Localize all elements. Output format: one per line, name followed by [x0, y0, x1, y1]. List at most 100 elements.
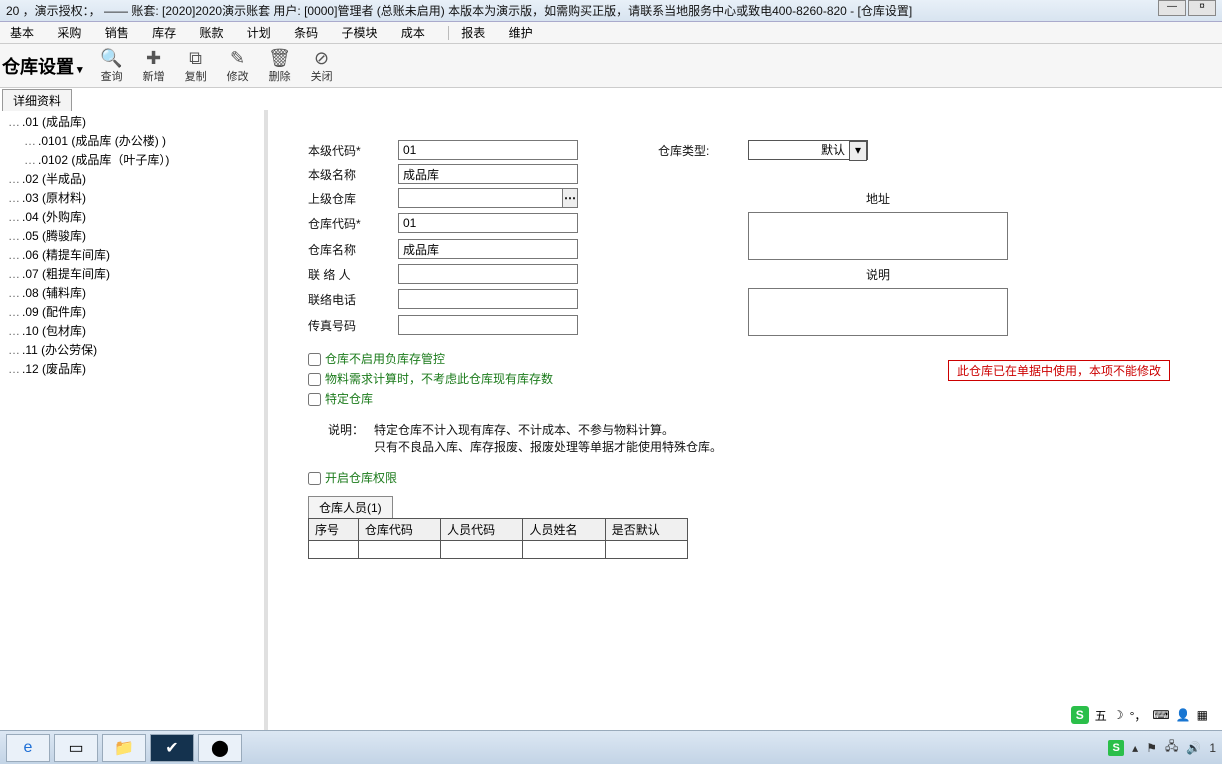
- input-level-name[interactable]: [398, 164, 578, 184]
- toolbar-edit[interactable]: ✎修改: [217, 48, 259, 84]
- textarea-address[interactable]: [748, 212, 1008, 260]
- tray-net-icon: 🖧: [1165, 737, 1178, 758]
- menu-bar: 基本 采购 销售 库存 账款 计划 条码 子模块 成本 报表 维护: [0, 22, 1222, 44]
- system-tray[interactable]: S ▴ ⚑ 🖧 🔊 1: [1108, 737, 1216, 758]
- tree-node[interactable]: .04 (外购库): [2, 207, 264, 226]
- sogou-icon: S: [1071, 706, 1089, 724]
- taskbar-app2[interactable]: ▭: [54, 734, 98, 762]
- tree-node[interactable]: .11 (办公劳保): [2, 340, 264, 359]
- menu-sales[interactable]: 销售: [105, 26, 129, 40]
- chevron-down-icon: ▾: [849, 141, 867, 161]
- menu-basic[interactable]: 基本: [10, 26, 34, 40]
- tree-node[interactable]: .10 (包材库): [2, 321, 264, 340]
- input-parent[interactable]: [398, 188, 563, 208]
- check-wh-permission[interactable]: 开启仓库权限: [308, 469, 1222, 486]
- warning-locked: 此仓库已在单据中使用，本项不能修改: [948, 360, 1170, 381]
- toolbar-delete[interactable]: 🗑删除: [259, 48, 301, 84]
- menu-barcode[interactable]: 条码: [294, 26, 318, 40]
- form-panel: 本级代码* 仓库类型: 默认▾ 本级名称 上级仓库 ⋯ 地址 仓库代码* 仓库名…: [268, 110, 1222, 730]
- label-desc: 说明: [748, 266, 1008, 283]
- label-parent: 上级仓库: [308, 190, 388, 207]
- label-level-code: 本级代码*: [308, 142, 388, 159]
- ime-bar[interactable]: S 五 ☽ °， ⌨ 👤 ▦: [1067, 704, 1212, 726]
- toolbar: 仓库设置 🔍查询 ✚新增 ⧉复制 ✎修改 🗑删除 ⊘关闭: [0, 44, 1222, 88]
- grid-icon: ▦: [1197, 708, 1208, 722]
- tree-node[interactable]: .03 (原材料): [2, 188, 264, 207]
- col-default: 是否默认: [605, 519, 687, 541]
- menu-report[interactable]: 报表: [461, 26, 485, 40]
- tree-node[interactable]: .09 (配件库): [2, 302, 264, 321]
- col-seq: 序号: [309, 519, 359, 541]
- taskbar-ie[interactable]: e: [6, 734, 50, 762]
- input-contact[interactable]: [398, 264, 578, 284]
- label-contact: 联 络 人: [308, 266, 388, 283]
- toolbar-new[interactable]: ✚新增: [133, 48, 175, 84]
- menu-stock[interactable]: 库存: [152, 26, 176, 40]
- toolbar-close[interactable]: ⊘关闭: [301, 48, 343, 84]
- lookup-parent[interactable]: ⋯: [398, 188, 578, 208]
- taskbar-explorer[interactable]: 📁: [102, 734, 146, 762]
- window-title: 20 ，演示授权：， —— 账套: [2020]2020演示账套 用户: [00…: [6, 0, 912, 21]
- search-icon: 🔍: [91, 48, 133, 68]
- explain-text: 说明：特定仓库不计入现有库存、不计成本、不参与物料计算。 只有不良品入库、库存报…: [328, 421, 1222, 455]
- subtab-staff[interactable]: 仓库人员(1): [308, 496, 393, 518]
- menu-finance[interactable]: 账款: [199, 26, 223, 40]
- label-level-name: 本级名称: [308, 166, 388, 183]
- tree-node[interactable]: .08 (辅料库): [2, 283, 264, 302]
- tree-node[interactable]: .06 (精提车间库): [2, 245, 264, 264]
- taskbar-app5[interactable]: ⬤: [198, 734, 242, 762]
- check-special-wh[interactable]: 特定仓库: [308, 390, 1222, 407]
- menu-plan[interactable]: 计划: [247, 26, 271, 40]
- tray-up-icon: ▴: [1132, 741, 1138, 755]
- close-icon: ⊘: [301, 48, 343, 68]
- tree-node[interactable]: .07 (粗提车间库): [2, 264, 264, 283]
- label-wh-code: 仓库代码*: [308, 215, 388, 232]
- combo-wh-type[interactable]: 默认▾: [748, 140, 868, 160]
- menu-cost[interactable]: 成本: [401, 26, 425, 40]
- maximize-button[interactable]: ¤: [1188, 0, 1216, 16]
- tree-node[interactable]: .12 (废品库): [2, 359, 264, 378]
- label-fax: 传真号码: [308, 317, 388, 334]
- moon-icon: ☽: [1113, 708, 1124, 722]
- tab-strip: 详细资料: [0, 88, 1222, 110]
- input-phone[interactable]: [398, 289, 578, 309]
- label-phone: 联络电话: [308, 291, 388, 308]
- trash-icon: 🗑: [259, 48, 301, 68]
- menu-submodule[interactable]: 子模块: [342, 26, 378, 40]
- toolbar-copy[interactable]: ⧉复制: [175, 48, 217, 84]
- taskbar-app4[interactable]: ✔: [150, 734, 194, 762]
- tray-time: 1: [1209, 741, 1216, 755]
- col-wh-code: 仓库代码: [358, 519, 440, 541]
- tab-detail[interactable]: 详细资料: [2, 89, 72, 111]
- tree-node[interactable]: .01 (成品库): [2, 112, 264, 131]
- plus-icon: ✚: [133, 48, 175, 68]
- title-bar: 20 ，演示授权：， —— 账套: [2020]2020演示账套 用户: [00…: [0, 0, 1222, 22]
- toolbar-query[interactable]: 🔍查询: [91, 48, 133, 84]
- keyboard-icon: ⌨: [1152, 708, 1169, 722]
- tray-flag-icon: ⚑: [1146, 741, 1157, 755]
- tree-node[interactable]: .02 (半成品): [2, 169, 264, 188]
- input-wh-name[interactable]: [398, 239, 578, 259]
- grid-row[interactable]: [309, 541, 688, 559]
- copy-icon: ⧉: [175, 48, 217, 68]
- tray-sogou-icon: S: [1108, 740, 1124, 756]
- tree-node[interactable]: .05 (腾骏库): [2, 226, 264, 245]
- input-level-code[interactable]: [398, 140, 578, 160]
- textarea-desc[interactable]: [748, 288, 1008, 336]
- module-title[interactable]: 仓库设置: [0, 53, 91, 79]
- tray-vol-icon: 🔊: [1186, 741, 1201, 755]
- staff-grid[interactable]: 序号 仓库代码 人员代码 人员姓名 是否默认: [308, 518, 688, 559]
- label-address: 地址: [748, 190, 1008, 207]
- tree-node[interactable]: .0101 (成品库 (办公楼) ): [2, 131, 264, 150]
- label-wh-name: 仓库名称: [308, 241, 388, 258]
- label-wh-type: 仓库类型:: [658, 142, 738, 159]
- menu-maintain[interactable]: 维护: [509, 26, 533, 40]
- lookup-button[interactable]: ⋯: [563, 188, 578, 208]
- input-wh-code[interactable]: [398, 213, 578, 233]
- input-fax[interactable]: [398, 315, 578, 335]
- minimize-button[interactable]: —: [1158, 0, 1186, 16]
- tree-node[interactable]: .0102 (成品库（叶子库）): [2, 150, 264, 169]
- menu-purchase[interactable]: 采购: [57, 26, 81, 40]
- col-staff-name: 人员姓名: [523, 519, 605, 541]
- col-staff-code: 人员代码: [441, 519, 523, 541]
